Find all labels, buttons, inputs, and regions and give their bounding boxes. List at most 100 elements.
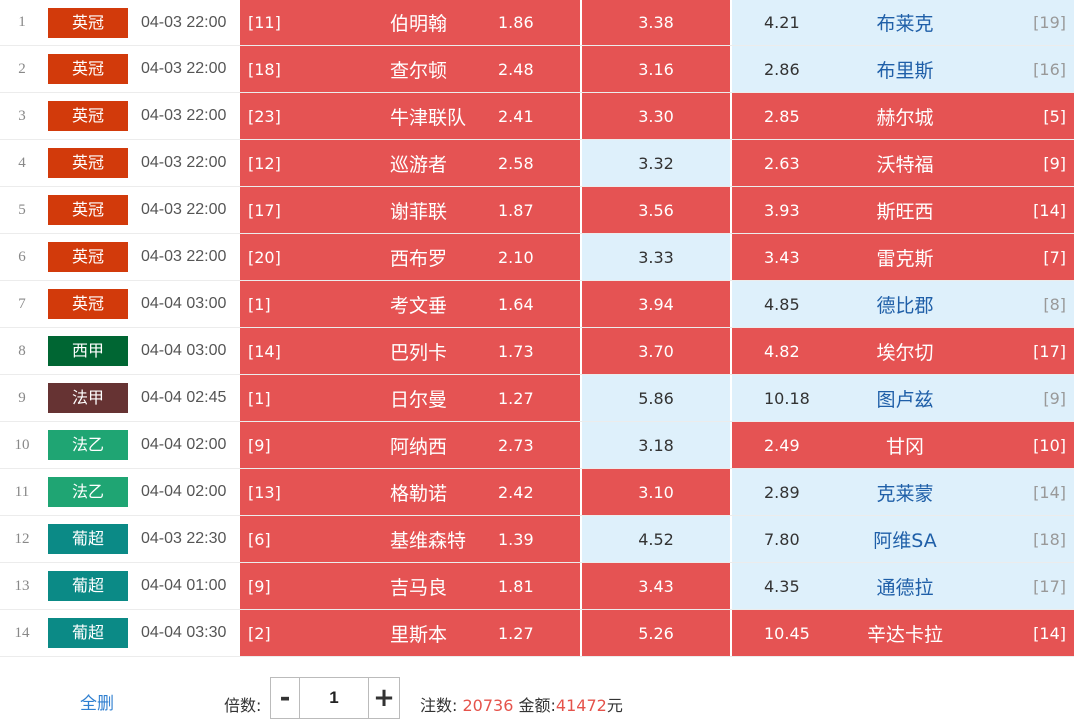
away-team: 埃尔切 (876, 341, 934, 364)
match-time: 04-04 03:00 (141, 295, 227, 312)
draw-option[interactable]: 3.70 (582, 328, 731, 374)
away-win-option[interactable]: 3.93 斯旺西 [14] (732, 187, 1074, 233)
league-badge: 英冠 (48, 7, 128, 38)
away-win-option[interactable]: 2.86 布里斯 [16] (732, 46, 1074, 92)
home-rank: [13] (248, 482, 281, 502)
home-odds: 2.58 (498, 153, 534, 173)
home-win-option[interactable]: [18] 查尔顿 2.48 (240, 46, 581, 92)
home-win-option[interactable]: [23] 牛津联队 2.41 (240, 93, 581, 139)
away-win-option[interactable]: 4.35 通德拉 [17] (732, 563, 1074, 609)
row-index: 1 (18, 14, 26, 30)
home-team: 格勒诺 (390, 482, 448, 505)
away-team: 德比郡 (876, 294, 934, 317)
draw-odds: 3.56 (638, 200, 674, 220)
home-win-option[interactable]: [17] 谢菲联 1.87 (240, 187, 581, 233)
away-win-option[interactable]: 3.43 雷克斯 [7] (732, 234, 1074, 280)
away-team: 布莱克 (876, 13, 934, 35)
home-odds: 1.64 (498, 294, 534, 314)
draw-option[interactable]: 3.16 (582, 46, 731, 92)
away-win-option[interactable]: 2.85 赫尔城 [5] (732, 93, 1074, 139)
draw-option[interactable]: 3.32 (582, 140, 731, 186)
home-win-option[interactable]: [6] 基维森特 1.39 (240, 516, 581, 562)
home-win-option[interactable]: [9] 吉马良 1.81 (240, 563, 581, 609)
home-win-option[interactable]: [2] 里斯本 1.27 (240, 610, 581, 656)
home-win-option[interactable]: [14] 巴列卡 1.73 (240, 328, 581, 374)
away-win-option[interactable]: 4.85 德比郡 [8] (732, 281, 1074, 327)
home-odds: 2.42 (498, 482, 534, 502)
home-team: 考文垂 (390, 294, 448, 317)
multiplier-input[interactable] (300, 677, 368, 719)
league-badge: 英冠 (48, 289, 128, 319)
home-win-option[interactable]: [1] 日尔曼 1.27 (240, 375, 581, 421)
home-rank: [23] (248, 106, 281, 126)
away-rank: [7] (1043, 247, 1066, 267)
home-team: 日尔曼 (390, 388, 448, 411)
away-win-option[interactable]: 2.49 甘冈 [10] (732, 422, 1074, 468)
home-rank: [6] (248, 529, 271, 549)
away-win-option[interactable]: 10.45 辛达卡拉 [14] (732, 610, 1074, 656)
away-team: 雷克斯 (876, 247, 934, 270)
home-win-option[interactable]: [13] 格勒诺 2.42 (240, 469, 581, 515)
home-win-option[interactable]: [20] 西布罗 2.10 (240, 234, 581, 280)
decrease-multiplier-button[interactable]: - (270, 677, 300, 719)
match-row: 13 葡超 04-04 01:00 [9] 吉马良 1.81 3.43 4.35 通德拉 [17] (0, 563, 1074, 610)
away-win-option[interactable]: 2.89 克莱蒙 [14] (732, 469, 1074, 515)
bet-summary: 注数: 20736 金额:41472元 (420, 692, 623, 716)
home-odds: 1.27 (498, 623, 534, 643)
match-row: 5 英冠 04-03 22:00 [17] 谢菲联 1.87 3.56 3.93 斯旺西 [14] (0, 187, 1074, 234)
home-win-option[interactable]: [1] 考文垂 1.64 (240, 281, 581, 327)
draw-option[interactable]: 3.56 (582, 187, 731, 233)
draw-option[interactable]: 3.38 (582, 0, 731, 45)
draw-option[interactable]: 3.10 (582, 469, 731, 515)
home-rank: [14] (248, 341, 281, 361)
home-odds: 2.48 (498, 59, 534, 79)
away-rank: [10] (1033, 435, 1066, 455)
league-badge-cell: 葡超 (48, 610, 128, 656)
draw-odds: 3.18 (638, 435, 674, 455)
league-badge-cell: 法乙 (48, 422, 128, 468)
away-win-option[interactable]: 2.63 沃特福 [9] (732, 140, 1074, 186)
home-win-option[interactable]: [11] 伯明翰 1.86 (240, 0, 581, 45)
match-time: 04-04 03:30 (141, 624, 227, 641)
home-team: 吉马良 (390, 576, 448, 599)
home-team: 巡游者 (390, 153, 448, 176)
away-odds: 10.45 (764, 623, 810, 643)
league-badge-cell: 葡超 (48, 563, 128, 609)
draw-option[interactable]: 4.52 (582, 516, 731, 562)
away-rank: [17] (1033, 576, 1066, 596)
match-time: 04-03 22:30 (141, 530, 227, 547)
away-win-option[interactable]: 10.18 图卢兹 [9] (732, 375, 1074, 421)
draw-option[interactable]: 3.30 (582, 93, 731, 139)
away-win-option[interactable]: 7.80 阿维SA [18] (732, 516, 1074, 562)
clear-all-button[interactable]: 全删 (80, 689, 114, 714)
match-row: 4 英冠 04-03 22:00 [12] 巡游者 2.58 3.32 2.63 沃特福 [9] (0, 140, 1074, 187)
away-odds: 4.82 (764, 341, 800, 361)
increase-multiplier-button[interactable]: + (368, 677, 400, 719)
match-time: 04-04 03:00 (141, 342, 227, 359)
draw-option[interactable]: 3.43 (582, 563, 731, 609)
home-win-option[interactable]: [12] 巡游者 2.58 (240, 140, 581, 186)
draw-option[interactable]: 3.33 (582, 234, 731, 280)
draw-odds: 3.10 (638, 482, 674, 502)
league-badge-cell: 西甲 (48, 328, 128, 374)
league-badge-cell: 英冠 (48, 281, 128, 327)
away-win-option[interactable]: 4.21 布莱克 [19] (732, 0, 1074, 45)
away-odds: 4.35 (764, 576, 800, 596)
match-row: 1 英冠 04-03 22:00 [11] 伯明翰 1.86 3.38 4.21 布莱克 [19] (0, 0, 1074, 46)
home-rank: [1] (248, 294, 271, 314)
match-row: 8 西甲 04-04 03:00 [14] 巴列卡 1.73 3.70 4.82 埃尔切 [17] (0, 328, 1074, 375)
away-team: 阿维SA (873, 529, 937, 552)
away-odds: 4.85 (764, 294, 800, 314)
draw-option[interactable]: 5.86 (582, 375, 731, 421)
home-win-option[interactable]: [9] 阿纳西 2.73 (240, 422, 581, 468)
league-badge-cell: 法甲 (48, 375, 128, 421)
away-win-option[interactable]: 4.82 埃尔切 [17] (732, 328, 1074, 374)
row-index: 5 (18, 201, 26, 218)
away-rank: [14] (1033, 482, 1066, 502)
draw-option[interactable]: 3.18 (582, 422, 731, 468)
draw-option[interactable]: 3.94 (582, 281, 731, 327)
draw-odds: 4.52 (638, 529, 674, 549)
draw-option[interactable]: 5.26 (582, 610, 731, 656)
away-odds: 7.80 (764, 529, 800, 549)
away-odds: 4.21 (764, 13, 800, 32)
